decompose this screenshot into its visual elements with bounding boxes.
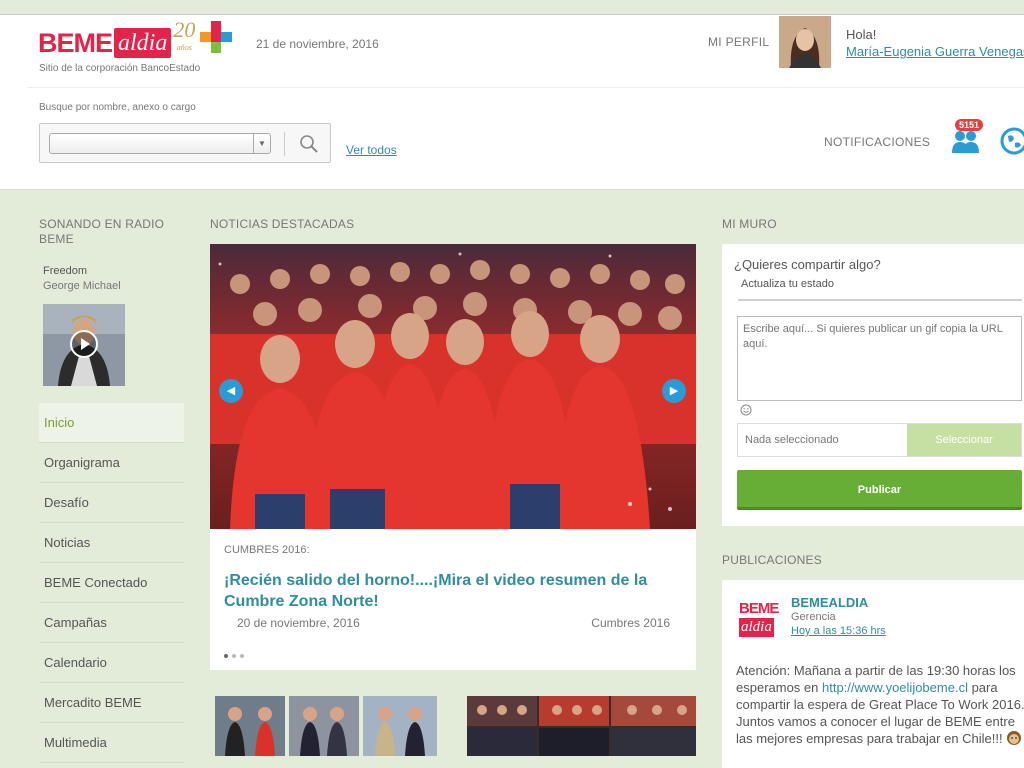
news-headline-link[interactable]: ¡Recién salido del horno!....¡Mira el vi… — [224, 570, 664, 612]
radio-now-playing: Freedom George Michael — [43, 264, 121, 294]
play-icon[interactable] — [69, 329, 99, 359]
wall-title: MI MURO — [722, 217, 777, 231]
menu-item-organigrama[interactable]: Organigrama — [39, 443, 184, 483]
emoji-icon — [1007, 731, 1022, 745]
file-picker-status: Nada seleccionado — [745, 434, 839, 446]
site-tagline: Sitio de la corporación BancoEstado — [39, 63, 201, 74]
current-date: 21 de noviembre, 2016 — [256, 37, 379, 51]
radio-artist: George Michael — [43, 280, 121, 292]
avatar[interactable] — [779, 16, 831, 68]
carousel-dot[interactable] — [232, 654, 236, 658]
status-textarea[interactable] — [737, 316, 1022, 401]
carousel-dot[interactable] — [224, 654, 228, 658]
publication-author-logo[interactable]: BEME aldia — [739, 600, 781, 642]
thumbnail-collage — [467, 696, 696, 756]
radio-album-art[interactable] — [43, 304, 125, 386]
carousel-dots — [224, 654, 244, 658]
menu-item-desafio[interactable]: Desafío — [39, 483, 184, 523]
news-tag[interactable]: Cumbres 2016 — [591, 616, 670, 630]
notifications-badge[interactable]: 5151 — [955, 119, 984, 131]
logo-anniversary: 20 años — [173, 19, 195, 59]
thumbnail-images — [215, 696, 437, 756]
menu-item-noticias[interactable]: Noticias — [39, 523, 184, 563]
pub-logo-aldia: aldia — [739, 618, 774, 637]
pub-logo-beme: BEME — [739, 600, 779, 617]
news-category: CUMBRES 2016: — [224, 544, 310, 556]
colorful-plus-icon — [200, 21, 232, 53]
publication-link[interactable]: http://www.yoelijobeme.cl — [822, 680, 968, 695]
publications-title: PUBLICACIONES — [722, 553, 822, 567]
carousel-next-button[interactable]: ▶ — [662, 379, 686, 403]
tab-underline — [738, 299, 1022, 301]
greeting: Hola! — [846, 27, 877, 42]
news-photo-image — [210, 244, 696, 529]
main-menu: Inicio Organigrama Desafío Noticias BEME… — [39, 403, 184, 763]
file-picker: Nada seleccionado Seleccionar — [737, 423, 1022, 457]
search-divider — [284, 132, 285, 156]
news-photo[interactable]: ◀ ▶ — [210, 244, 696, 529]
site-header: BEME aldia 20 años Sitio de la corporació… — [0, 15, 1024, 190]
radio-song-title: Freedom — [43, 265, 88, 277]
news-section-title: NOTICIAS DESTACADAS — [210, 217, 355, 231]
logo-beme: BEME — [38, 27, 113, 58]
select-arrow-icon[interactable]: ▼ — [253, 134, 270, 153]
tab-update-status[interactable]: Actualiza tu estado — [741, 278, 834, 290]
carousel-prev-button[interactable]: ◀ — [219, 379, 243, 403]
menu-item-inicio[interactable]: Inicio — [39, 403, 184, 443]
search-label: Busque por nombre, anexo o cargo — [39, 102, 196, 113]
wall-card: ¿Quieres compartir algo? Actualiza tu es… — [722, 244, 1024, 526]
menu-item-campanas[interactable]: Campañas — [39, 603, 184, 643]
smiley-icon[interactable] — [740, 404, 752, 416]
bemealdia-logo[interactable]: BEME aldia 20 años — [38, 19, 195, 65]
search-select[interactable]: ▼ — [49, 133, 271, 154]
menu-item-multimedia[interactable]: Multimedia — [39, 723, 184, 763]
header-divider — [28, 87, 1024, 88]
wall-question: ¿Quieres compartir algo? — [734, 257, 881, 272]
publish-button[interactable]: Publicar — [737, 470, 1022, 510]
people-search-box: ▼ — [39, 123, 331, 163]
news-date: 20 de noviembre, 2016 — [237, 616, 360, 630]
search-icon[interactable] — [298, 133, 320, 155]
avatar-photo — [779, 16, 831, 68]
menu-item-calendario[interactable]: Calendario — [39, 643, 184, 683]
thumbnail-strip-left[interactable] — [215, 696, 437, 756]
publication-author[interactable]: BEMEALDIA — [791, 595, 868, 610]
carousel-dot[interactable] — [240, 654, 244, 658]
radio-title: SONANDO EN RADIO BEME — [39, 217, 165, 246]
menu-item-mercadito[interactable]: Mercadito BEME — [39, 683, 184, 723]
featured-news-card: ◀ ▶ CUMBRES 2016: ¡Recién salido del hor… — [210, 244, 696, 670]
publication-role: Gerencia — [791, 611, 836, 623]
publication-body: Atención: Mañana a partir de las 19:30 h… — [736, 662, 1024, 747]
logo-aldia: aldia — [114, 28, 172, 58]
menu-item-beme-conectado[interactable]: BEME Conectado — [39, 563, 184, 603]
publication-time-link[interactable]: Hoy a las 15:36 hrs — [791, 625, 886, 637]
user-name-link[interactable]: María-Eugenia Guerra Venegas — [846, 44, 1024, 59]
select-file-button[interactable]: Seleccionar — [907, 424, 1021, 456]
globe-icon[interactable] — [1000, 127, 1024, 155]
publication-post: BEME aldia BEMEALDIA Gerencia Hoy a las … — [722, 580, 1024, 768]
my-profile-link[interactable]: MI PERFIL — [708, 35, 769, 49]
notifications-label[interactable]: NOTIFICACIONES — [824, 135, 930, 149]
ver-todos-link[interactable]: Ver todos — [346, 143, 397, 157]
thumbnail-strip-right[interactable] — [467, 696, 696, 756]
